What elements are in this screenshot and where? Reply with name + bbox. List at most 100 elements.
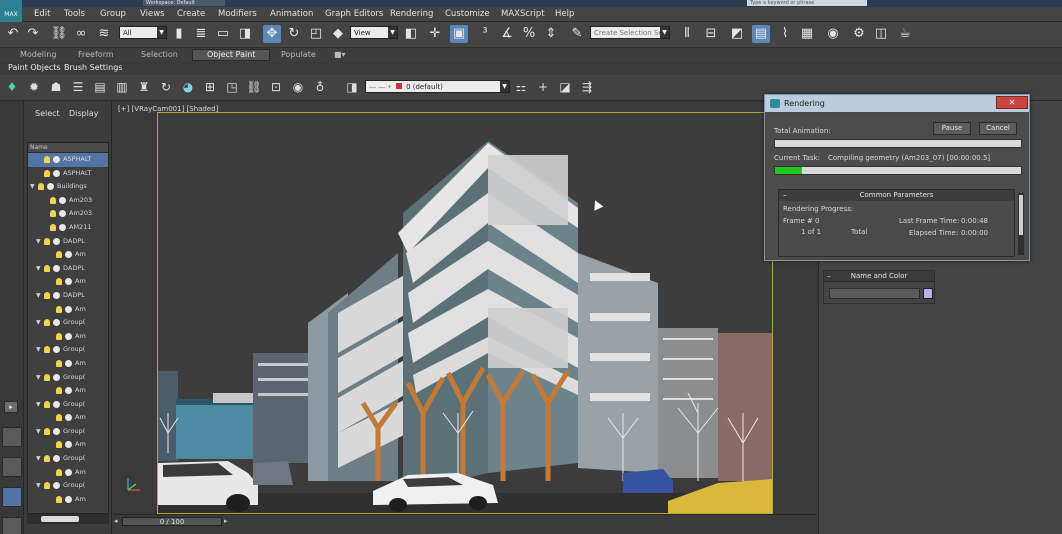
workspace-dropdown[interactable]: Workspace: Default <box>143 0 225 6</box>
expand-toggle-icon[interactable]: ▼ <box>36 235 41 249</box>
expand-toggle-icon[interactable]: ▼ <box>36 479 41 493</box>
mirror-icon[interactable]: ⫴ <box>678 25 696 43</box>
rollout-header[interactable]: – Name and Color <box>824 271 934 282</box>
visibility-bulb-icon[interactable] <box>56 495 62 503</box>
collapse-icon[interactable]: – <box>827 271 831 282</box>
scrollbar-thumb[interactable] <box>41 516 79 522</box>
visibility-bulb-icon[interactable] <box>56 387 62 395</box>
visibility-bulb-icon[interactable] <box>44 455 50 463</box>
tab-modeling[interactable]: Modeling <box>20 50 56 59</box>
place-icon[interactable]: ◆ <box>329 25 347 43</box>
scene-explorer-button[interactable] <box>2 457 22 477</box>
render-production-icon[interactable]: ☕ <box>896 25 914 43</box>
subtab-brush-settings[interactable]: Brush Settings <box>64 63 122 72</box>
time-prev-icon[interactable]: ◂ <box>114 517 118 525</box>
unlink-icon[interactable]: ∞ <box>72 25 90 43</box>
sphere-icon[interactable]: ◕ <box>180 79 196 95</box>
menu-edit[interactable]: Edit <box>34 9 50 19</box>
tab-select[interactable]: Select <box>35 109 60 118</box>
tab-populate[interactable]: Populate <box>281 50 316 59</box>
select-object-icon[interactable]: ▮ <box>170 25 188 43</box>
link-object-icon[interactable]: ⛓ <box>246 79 262 95</box>
tab-freeform[interactable]: Freeform <box>78 50 114 59</box>
column-header-name[interactable]: Name <box>28 143 108 153</box>
subtab-paint-objects[interactable]: Paint Objects <box>8 63 61 72</box>
select-manipulate-icon[interactable]: ✛ <box>426 25 444 43</box>
select-layer-icon[interactable]: ◪ <box>557 79 573 95</box>
visibility-bulb-icon[interactable] <box>56 251 62 259</box>
toggle-ribbon-icon[interactable]: ▤ <box>752 25 770 43</box>
menu-customize[interactable]: Customize <box>445 9 490 19</box>
material-editor-icon[interactable]: ◉ <box>824 25 842 43</box>
explorer-row[interactable]: Am <box>28 438 108 452</box>
visibility-bulb-icon[interactable] <box>56 332 62 340</box>
scale-icon[interactable]: ◰ <box>307 25 325 43</box>
explorer-row[interactable]: Am <box>28 493 108 507</box>
explorer-scrollbar[interactable] <box>27 514 109 524</box>
explorer-row[interactable]: ASPHALT <box>28 167 108 181</box>
cancel-button[interactable]: Cancel <box>979 122 1017 135</box>
explorer-row[interactable]: ▼ Group( <box>28 371 108 385</box>
active-explorer-button[interactable] <box>2 487 22 507</box>
pivot-icon[interactable]: ◧ <box>402 25 420 43</box>
curve-editor-icon[interactable]: ⌇ <box>776 25 794 43</box>
menu-group[interactable]: Group <box>100 9 126 19</box>
explorer-row[interactable]: Am203 <box>28 207 108 221</box>
visibility-bulb-icon[interactable] <box>44 264 50 272</box>
collapse-icon[interactable]: – <box>783 190 787 201</box>
explorer-row[interactable]: ▼ DADPL <box>28 262 108 276</box>
explorer-row[interactable]: Am <box>28 357 108 371</box>
schematic-view-icon[interactable]: ▦ <box>798 25 816 43</box>
shape-icon[interactable]: ☰ <box>70 79 86 95</box>
explorer-row[interactable]: ▼ Group( <box>28 425 108 439</box>
explorer-row[interactable]: Am <box>28 384 108 398</box>
object-color-swatch[interactable] <box>923 288 933 299</box>
close-button[interactable]: ✕ <box>996 96 1028 109</box>
menu-tools[interactable]: Tools <box>64 9 85 19</box>
visibility-bulb-icon[interactable] <box>44 400 50 408</box>
visibility-bulb-icon[interactable] <box>44 237 50 245</box>
explorer-row[interactable]: Am <box>28 466 108 480</box>
explorer-row[interactable]: AM211 <box>28 221 108 235</box>
explorer-row[interactable]: Am <box>28 330 108 344</box>
menu-modifiers[interactable]: Modifiers <box>218 9 257 19</box>
expand-toggle-icon[interactable]: ▼ <box>36 371 41 385</box>
light-icon[interactable]: ♦ <box>4 79 20 95</box>
visibility-bulb-icon[interactable] <box>50 223 56 231</box>
object-name-field[interactable] <box>829 288 920 299</box>
visibility-bulb-icon[interactable] <box>56 305 62 313</box>
explorer-row[interactable]: ▼ Group( <box>28 452 108 466</box>
layer-dropdown[interactable]: ― ― • 0 (default) ▼ <box>365 80 510 93</box>
grid-icon[interactable]: ⊞ <box>202 79 218 95</box>
layer-manager-icon[interactable]: ◩ <box>728 25 746 43</box>
keyboard-shortcut-icon[interactable]: ▣ <box>450 25 468 43</box>
add-layer-icon[interactable]: + <box>535 79 551 95</box>
explorer-row[interactable]: ▼ Group( <box>28 316 108 330</box>
menu-animation[interactable]: Animation <box>270 9 313 19</box>
align-icon[interactable]: ⊟ <box>702 25 720 43</box>
explorer-row[interactable]: ASPHALT <box>28 153 108 167</box>
explorer-row[interactable]: ▼ Group( <box>28 398 108 412</box>
undo-icon[interactable]: ↶ <box>4 25 22 43</box>
expand-toggle-icon[interactable]: ▼ <box>36 316 41 330</box>
visibility-bulb-icon[interactable] <box>56 278 62 286</box>
percent-snap-icon[interactable]: % <box>520 25 538 43</box>
expand-toggle-icon[interactable]: ▼ <box>36 398 41 412</box>
tab-selection[interactable]: Selection <box>141 50 178 59</box>
bulb-icon[interactable]: ♁ <box>312 79 328 95</box>
angle-snap-icon[interactable]: ∡ <box>498 25 516 43</box>
edit-named-selection-icon[interactable]: ✎ <box>568 25 586 43</box>
explorer-row[interactable]: ▼ Group( <box>28 479 108 493</box>
layer-settings-icon[interactable]: ⚏ <box>513 79 529 95</box>
ref-coord-dropdown[interactable]: View ▼ <box>350 26 398 39</box>
rect-selection-icon[interactable]: ▭ <box>214 25 232 43</box>
pause-button[interactable]: Pause <box>933 122 971 135</box>
spinner-snap-icon[interactable]: ⇕ <box>542 25 560 43</box>
render-setup-icon[interactable]: ⚙ <box>850 25 868 43</box>
expand-toggle-icon[interactable]: ▼ <box>30 180 35 194</box>
rotate-icon[interactable]: ↻ <box>285 25 303 43</box>
redo-icon[interactable]: ↷ <box>24 25 42 43</box>
window-crossing-icon[interactable]: ◨ <box>236 25 254 43</box>
rendered-frame-window-icon[interactable]: ◫ <box>872 25 890 43</box>
camera-icon[interactable]: ▤ <box>92 79 108 95</box>
